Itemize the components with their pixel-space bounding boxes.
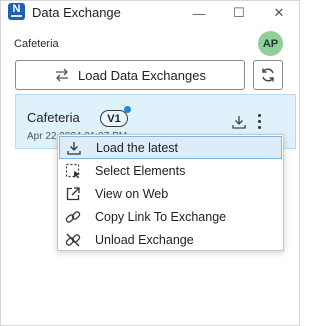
- logo-letter: N: [12, 3, 21, 15]
- avatar[interactable]: AP: [258, 31, 283, 56]
- unlink-icon: [65, 233, 81, 246]
- load-data-exchanges-label: Load Data Exchanges: [78, 67, 206, 83]
- menu-item-label: Copy Link To Exchange: [95, 209, 227, 224]
- menu-item-unload-exchange[interactable]: Unload Exchange: [59, 228, 282, 251]
- close-button[interactable]: ✕: [259, 1, 299, 25]
- menu-item-label: Unload Exchange: [95, 232, 194, 247]
- version-badge: V1: [100, 110, 128, 127]
- menu-item-copy-link[interactable]: Copy Link To Exchange: [59, 205, 282, 228]
- update-indicator-dot: [124, 106, 131, 113]
- refresh-button[interactable]: [253, 60, 283, 90]
- load-data-exchanges-button[interactable]: Load Data Exchanges: [15, 60, 245, 90]
- swap-arrows-icon: [56, 68, 69, 82]
- menu-item-load-latest[interactable]: Load the latest: [59, 136, 282, 159]
- context-menu: Load the latest Select Elements View on …: [57, 134, 284, 251]
- title-bar: N Data Exchange — ☐ ✕: [1, 1, 299, 27]
- select-elements-icon: [65, 163, 80, 178]
- minimize-button[interactable]: —: [179, 1, 219, 25]
- menu-item-label: Load the latest: [96, 140, 179, 155]
- menu-item-select-elements[interactable]: Select Elements: [59, 159, 282, 182]
- download-icon[interactable]: [231, 114, 247, 130]
- menu-item-label: Select Elements: [95, 163, 186, 178]
- app-logo-icon: N: [8, 3, 25, 20]
- link-icon: [65, 210, 81, 223]
- menu-item-label: View on Web: [95, 186, 169, 201]
- maximize-button[interactable]: ☐: [219, 1, 259, 25]
- refresh-icon: [262, 68, 274, 82]
- project-name: Cafeteria: [14, 38, 59, 50]
- more-options-icon[interactable]: [254, 112, 264, 130]
- exchange-name: Cafeteria: [27, 110, 80, 125]
- external-link-icon: [66, 186, 80, 200]
- download-icon: [67, 141, 81, 155]
- logo-bar: [11, 15, 22, 17]
- window-title: Data Exchange: [32, 5, 121, 20]
- menu-item-view-on-web[interactable]: View on Web: [59, 182, 282, 205]
- data-exchange-window: N Data Exchange — ☐ ✕ Cafeteria AP Load …: [0, 0, 300, 326]
